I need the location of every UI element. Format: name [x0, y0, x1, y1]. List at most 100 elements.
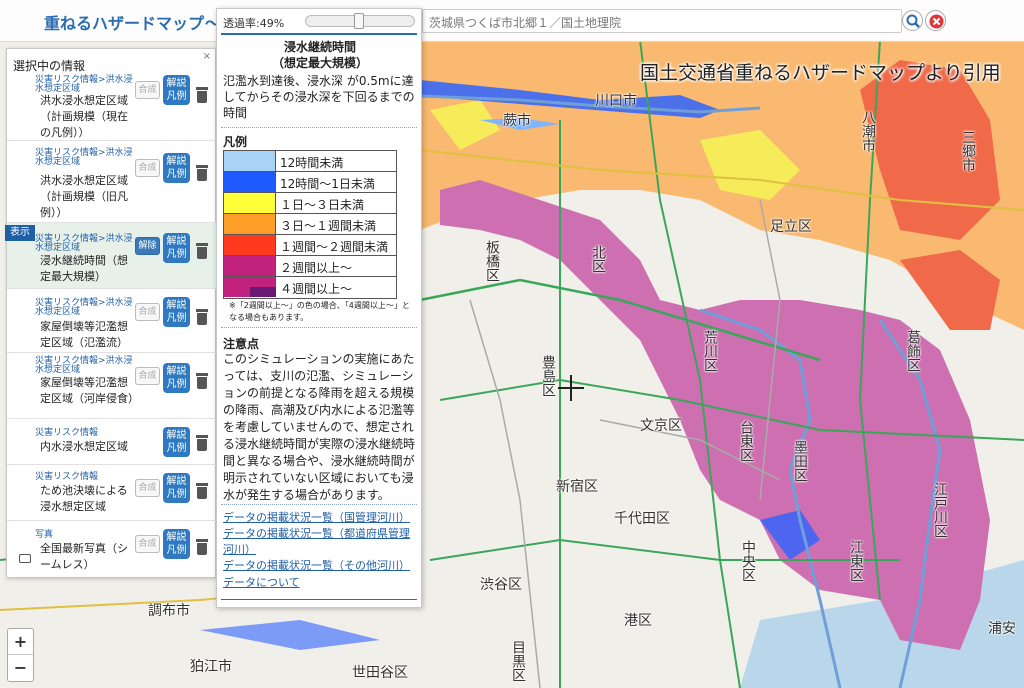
legend-label: 凡例 [166, 249, 187, 260]
map-label: 三郷市 [960, 130, 976, 172]
composite-button[interactable]: 合成 [135, 159, 160, 177]
map-label: 川口市 [595, 93, 637, 109]
legend-label: １日～３日未満 [280, 198, 365, 212]
layer-row[interactable]: 災害リスク情報>洪水浸水想定区域 洪水浸水想定区域（計画規模（旧凡例）） 合成 … [7, 141, 216, 223]
description-label: 解説 [166, 78, 187, 89]
composite-button[interactable]: 合成 [135, 81, 160, 99]
composite-button[interactable]: 合成 [135, 303, 160, 321]
release-button[interactable]: 解除 [135, 237, 160, 255]
map-label: 台東区 [738, 420, 754, 462]
legend-swatch [224, 193, 276, 213]
composite-button[interactable]: 合成 [135, 367, 160, 385]
opacity-slider-handle[interactable] [354, 13, 364, 29]
description-label: 解説 [166, 366, 187, 377]
data-status-link-national[interactable]: データの掲載状況一覧（国管理河川） [223, 510, 419, 526]
trash-icon[interactable] [195, 165, 209, 181]
data-status-link-other[interactable]: データの掲載状況一覧（その他河川） [223, 558, 419, 574]
legend-label: 12時間未満 [280, 156, 344, 170]
legend-label: ３日～１週間未満 [280, 219, 377, 233]
legend-label: 凡例 [166, 169, 187, 180]
description-legend-button[interactable]: 解説 凡例 [163, 473, 190, 503]
layer-name: ため池決壊による浸水想定区域 [40, 484, 128, 513]
layer-category[interactable]: 災害リスク情報 [35, 473, 135, 482]
map-label: 墨田区 [792, 440, 808, 482]
map-label: 調布市 [148, 603, 190, 619]
selected-layers-panel: 選択中の情報 × 災害リスク情報>洪水浸水想定区域 洪水浸水想定区域（計画規模（… [5, 48, 216, 578]
legend-label: ２週間以上～ [280, 261, 353, 275]
legend-swatch [224, 172, 276, 192]
map-label: 江戸川区 [932, 482, 948, 538]
description-legend-button[interactable]: 解説 凡例 [163, 529, 190, 559]
opacity-label: 透過率:49% [223, 17, 285, 30]
composite-button[interactable]: 合成 [135, 479, 160, 497]
trash-icon[interactable] [195, 373, 209, 389]
legend-label: 12時間～1日未満 [280, 177, 375, 191]
legend-item: ３日～１週間未満 [224, 214, 396, 235]
legend-title-line2: （想定最大規模） [271, 56, 368, 70]
legend-item: １日～３日未満 [224, 193, 396, 214]
search-input[interactable]: 茨城県つくば市北郷１／国土地理院 [422, 9, 902, 33]
close-icon [929, 14, 944, 29]
layer-name: 内水浸水想定区域 [40, 440, 128, 453]
camera-icon [19, 554, 31, 563]
layer-category[interactable]: 災害リスク情報>洪水浸水想定区域 [35, 357, 135, 375]
layer-name: 全国最新写真（シームレス） [40, 542, 128, 571]
trash-icon[interactable] [195, 87, 209, 103]
trash-icon[interactable] [195, 243, 209, 259]
legend-label: 凡例 [166, 379, 187, 390]
map-label: 中央区 [740, 540, 756, 582]
layer-category[interactable]: 写真 [35, 531, 135, 540]
legend-table: 12時間未満 12時間～1日未満 １日～３日未満 ３日～１週間未満 １週間～２週間未満 ２… [223, 150, 397, 299]
composite-button[interactable]: 合成 [135, 535, 160, 553]
zoom-out-button[interactable]: − [8, 655, 33, 681]
description-legend-button[interactable]: 解説 凡例 [163, 427, 190, 457]
search-button[interactable] [902, 10, 923, 31]
layer-row[interactable]: 災害リスク情報 ため池決壊による浸水想定区域 合成 解説 凡例 [7, 465, 216, 521]
description-legend-button[interactable]: 解説 凡例 [163, 153, 190, 183]
layer-row[interactable]: 災害リスク情報>洪水浸水想定区域 洪水浸水想定区域（計画規模（現在の凡例）） 合… [7, 73, 216, 141]
divider [221, 599, 417, 600]
data-status-link-prefectural[interactable]: データの掲載状況一覧（都道府県管理河川） [223, 526, 419, 558]
layer-category[interactable]: 災害リスク情報>洪水浸水想定区域 [35, 76, 135, 94]
legend-item: 12時間～1日未満 [224, 172, 396, 193]
trash-icon[interactable] [195, 483, 209, 499]
legend-title-line1: 浸水継続時間 [283, 40, 356, 54]
layer-category[interactable]: 災害リスク情報>洪水浸水想定区域 [35, 149, 135, 167]
description-label: 解説 [166, 532, 187, 543]
display-badge[interactable]: 表示 [5, 225, 35, 241]
map-label: 豊島区 [540, 355, 556, 397]
map-label: 港区 [624, 613, 652, 629]
layer-row[interactable]: 災害リスク情報>洪水浸水想定区域 家屋倒壊等氾濫想定区域（氾濫流） 合成 解説凡… [7, 289, 216, 353]
trash-icon[interactable] [195, 539, 209, 555]
legend-item: ４週間以上～ [224, 277, 396, 298]
legend-label: 凡例 [166, 313, 187, 324]
map-label: 新宿区 [556, 479, 598, 495]
description-legend-button[interactable]: 解説 凡例 [163, 363, 190, 393]
map-label: 蕨市 [503, 113, 531, 129]
layer-row[interactable]: 災害リスク情報 内水浸水想定区域 解説 凡例 [7, 419, 216, 465]
zoom-in-button[interactable]: + [8, 629, 33, 655]
trash-icon[interactable] [195, 435, 209, 451]
search-icon [906, 14, 920, 28]
layer-category[interactable]: 災害リスク情報>洪水浸水想定区域 [35, 235, 135, 253]
legend-panel: 透過率:49% 浸水継続時間 （想定最大規模） 氾濫水到達後、浸水深 が0.5m… [216, 8, 422, 608]
about-data-link[interactable]: データについて [223, 575, 419, 591]
layer-row[interactable]: 写真 全国最新写真（シームレス） 合成 解説 凡例 [7, 521, 216, 577]
map-label: 足立区 [770, 219, 812, 235]
layer-row[interactable]: 災害リスク情報>洪水浸水想定区域 家屋倒壊等氾濫想定区域（河岸侵食） 合成 解説… [7, 353, 216, 419]
description-legend-button[interactable]: 解説 凡例 [163, 75, 190, 105]
trash-icon[interactable] [195, 309, 209, 325]
clear-button[interactable] [925, 10, 946, 31]
description-legend-button[interactable]: 解説 凡例 [163, 233, 190, 263]
layer-name: 浸水継続時間（想定最大規模） [40, 254, 128, 283]
layer-row-active[interactable]: 災害リスク情報>洪水浸水想定区域 浸水継続時間（想定最大規模） 解除 解説凡例 [7, 223, 216, 289]
legend-item: 12時間未満 [224, 151, 396, 172]
legend-description: 氾濫水到達後、浸水深 が0.5mに達してからその浸水深を下回るまでの時間 [223, 74, 415, 120]
panel-close-button[interactable]: × [203, 51, 211, 62]
app-title[interactable]: 重ねるハザードマップ [44, 10, 204, 34]
layer-category[interactable]: 災害リスク情報 [35, 429, 135, 438]
description-legend-button[interactable]: 解説 凡例 [163, 297, 190, 327]
layer-category[interactable]: 災害リスク情報>洪水浸水想定区域 [35, 299, 135, 317]
opacity-slider[interactable] [305, 13, 415, 29]
description-label: 解説 [166, 236, 187, 247]
